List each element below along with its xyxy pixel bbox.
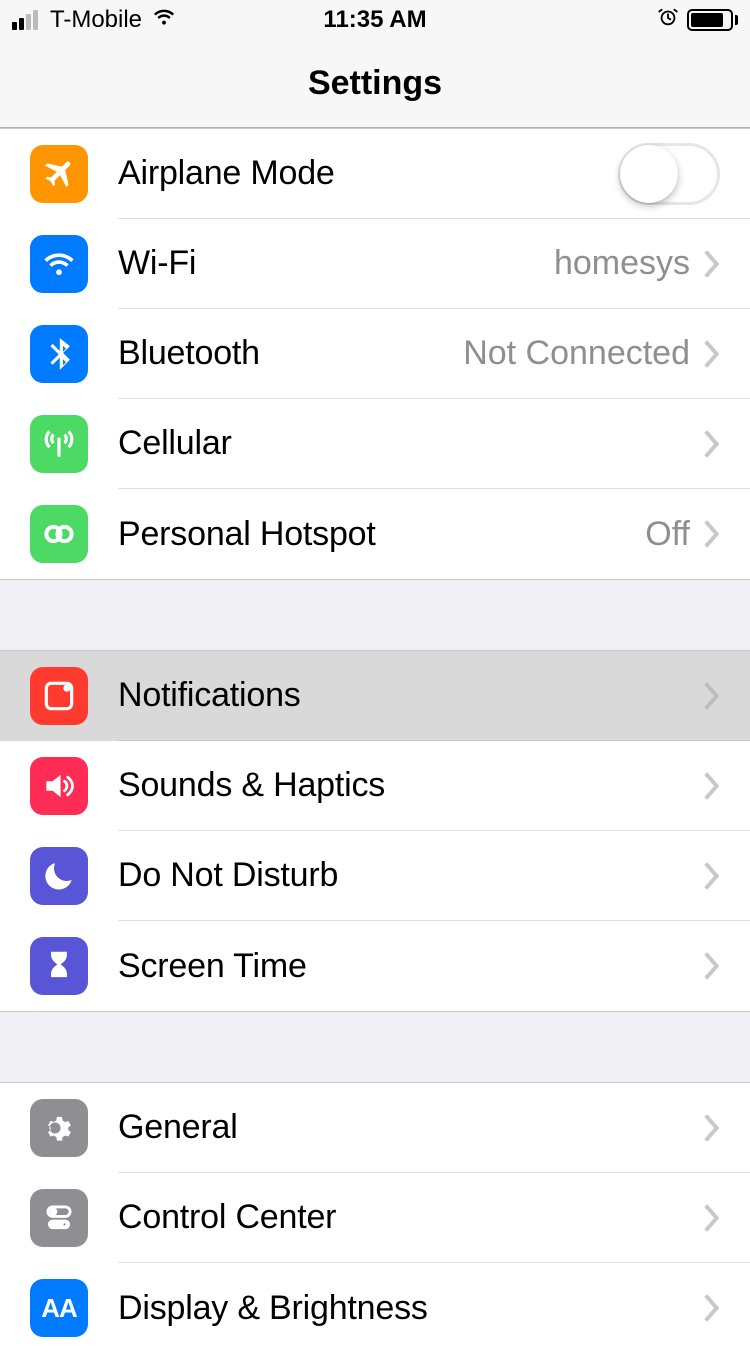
row-wifi[interactable]: Wi-Fi homesys: [0, 219, 750, 309]
wifi-value: homesys: [554, 244, 690, 283]
bluetooth-icon: [30, 325, 88, 383]
row-cellular[interactable]: Cellular: [0, 399, 750, 489]
general-label: General: [118, 1108, 704, 1147]
chevron-right-icon: [704, 1114, 720, 1142]
wifi-icon: [30, 235, 88, 293]
carrier-label: T-Mobile: [50, 6, 142, 34]
row-do-not-disturb[interactable]: Do Not Disturb: [0, 831, 750, 921]
cellular-label: Cellular: [118, 424, 704, 463]
status-time: 11:35 AM: [323, 6, 426, 34]
page-title: Settings: [0, 40, 750, 128]
moon-icon: [30, 847, 88, 905]
screentime-label: Screen Time: [118, 947, 704, 986]
hotspot-icon: [30, 505, 88, 563]
chevron-right-icon: [704, 862, 720, 890]
chevron-right-icon: [704, 340, 720, 368]
status-bar: T-Mobile 11:35 AM: [0, 0, 750, 40]
battery-icon: [687, 9, 738, 31]
chevron-right-icon: [704, 772, 720, 800]
wifi-label: Wi-Fi: [118, 244, 554, 283]
notifications-icon: [30, 667, 88, 725]
airplane-toggle[interactable]: [618, 143, 720, 205]
bluetooth-value: Not Connected: [463, 334, 690, 373]
settings-group-alerts: Notifications Sounds & Haptics Do Not Di…: [0, 650, 750, 1012]
row-control-center[interactable]: Control Center: [0, 1173, 750, 1263]
chevron-right-icon: [704, 520, 720, 548]
group-spacer: [0, 580, 750, 650]
gear-icon: [30, 1099, 88, 1157]
settings-group-general: General Control Center AA Display & Brig…: [0, 1082, 750, 1353]
row-personal-hotspot[interactable]: Personal Hotspot Off: [0, 489, 750, 579]
dnd-label: Do Not Disturb: [118, 856, 704, 895]
group-spacer: [0, 1012, 750, 1082]
row-general[interactable]: General: [0, 1083, 750, 1173]
hotspot-value: Off: [645, 515, 690, 554]
chevron-right-icon: [704, 250, 720, 278]
controlcenter-label: Control Center: [118, 1198, 704, 1237]
status-right: [657, 6, 738, 35]
wifi-status-icon: [150, 3, 178, 38]
chevron-right-icon: [704, 1204, 720, 1232]
settings-group-connectivity: Airplane Mode Wi-Fi homesys Bluetooth No…: [0, 128, 750, 580]
airplane-icon: [30, 145, 88, 203]
notifications-label: Notifications: [118, 676, 704, 715]
chevron-right-icon: [704, 1294, 720, 1322]
row-display-brightness[interactable]: AA Display & Brightness: [0, 1263, 750, 1353]
cellular-icon: [30, 415, 88, 473]
hotspot-label: Personal Hotspot: [118, 515, 645, 554]
row-sounds[interactable]: Sounds & Haptics: [0, 741, 750, 831]
row-airplane-mode[interactable]: Airplane Mode: [0, 129, 750, 219]
status-left: T-Mobile: [12, 3, 178, 38]
airplane-label: Airplane Mode: [118, 154, 618, 193]
hourglass-icon: [30, 937, 88, 995]
bluetooth-label: Bluetooth: [118, 334, 463, 373]
display-label: Display & Brightness: [118, 1289, 704, 1328]
text-size-icon: AA: [30, 1279, 88, 1337]
sounds-icon: [30, 757, 88, 815]
chevron-right-icon: [704, 952, 720, 980]
row-notifications[interactable]: Notifications: [0, 651, 750, 741]
row-screen-time[interactable]: Screen Time: [0, 921, 750, 1011]
sounds-label: Sounds & Haptics: [118, 766, 704, 805]
chevron-right-icon: [704, 430, 720, 458]
chevron-right-icon: [704, 682, 720, 710]
cellular-signal-icon: [12, 10, 38, 30]
toggles-icon: [30, 1189, 88, 1247]
row-bluetooth[interactable]: Bluetooth Not Connected: [0, 309, 750, 399]
alarm-icon: [657, 6, 679, 35]
